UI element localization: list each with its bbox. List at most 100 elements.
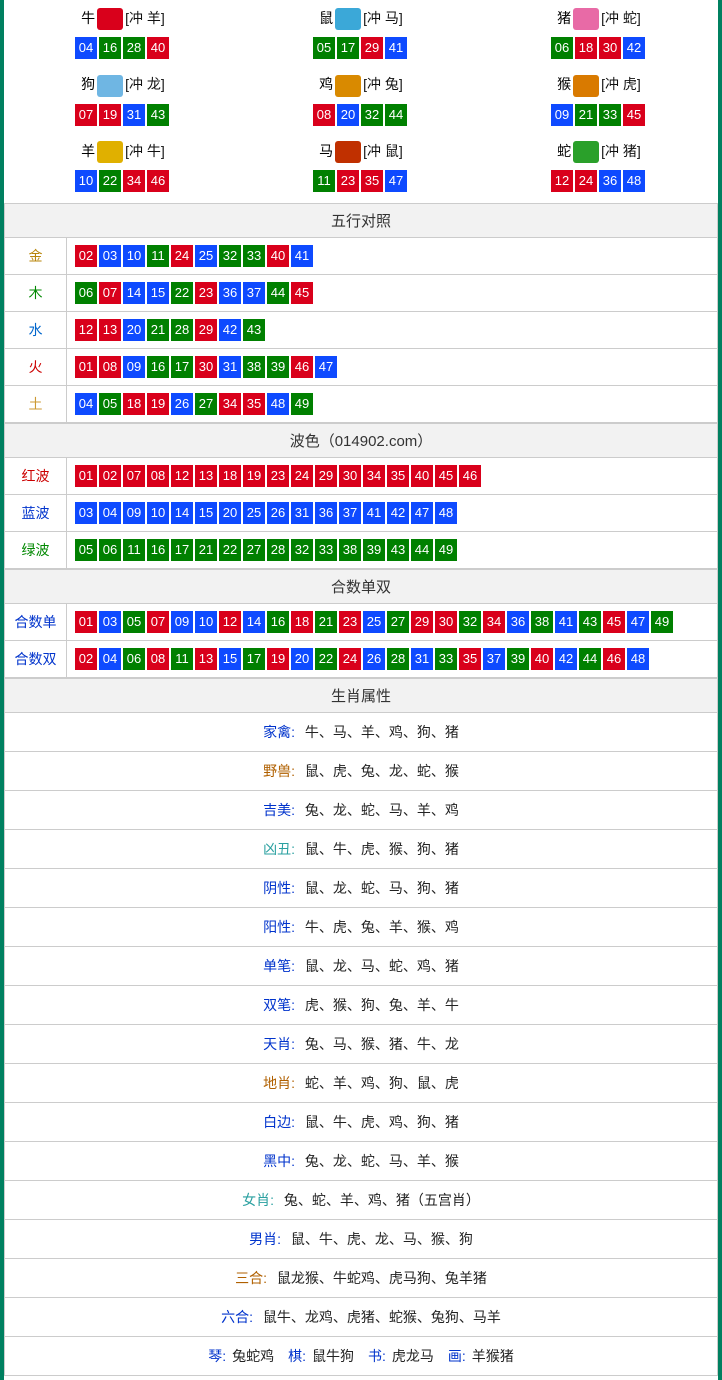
attr-row: 女肖: 兔、蛇、羊、鸡、猪（五宫肖） <box>5 1180 718 1219</box>
table-row: 红波0102070812131819232429303435404546 <box>5 457 718 494</box>
number-ball: 31 <box>123 104 145 126</box>
number-ball: 37 <box>243 282 265 304</box>
zodiac-icon <box>335 141 361 163</box>
number-ball: 18 <box>291 611 313 633</box>
number-ball: 13 <box>195 465 217 487</box>
number-ball: 23 <box>337 170 359 192</box>
number-ball: 49 <box>435 539 457 561</box>
number-ball: 40 <box>267 245 289 267</box>
number-ball: 05 <box>99 393 121 415</box>
number-ball: 04 <box>99 502 121 524</box>
table-row: 土04051819262734354849 <box>5 385 718 422</box>
number-ball: 06 <box>99 539 121 561</box>
attr-row: 白边: 鼠、牛、虎、鸡、狗、猪 <box>5 1102 718 1141</box>
number-ball: 35 <box>243 393 265 415</box>
attr-cell: 阴性: 鼠、龙、蛇、马、狗、猪 <box>5 868 718 907</box>
number-ball: 46 <box>291 356 313 378</box>
zodiac-name: 鼠 <box>319 10 333 26</box>
number-ball: 09 <box>551 104 573 126</box>
number-ball: 27 <box>195 393 217 415</box>
number-ball: 20 <box>337 104 359 126</box>
number-ball: 08 <box>313 104 335 126</box>
number-ball: 41 <box>363 502 385 524</box>
number-ball: 18 <box>123 393 145 415</box>
four-arts-label: 棋: <box>288 1348 306 1364</box>
four-arts-value: 兔蛇鸡 <box>232 1348 274 1364</box>
number-ball: 05 <box>313 37 335 59</box>
number-ball: 16 <box>99 37 121 59</box>
four-arts-label: 琴: <box>208 1348 226 1364</box>
attr-row: 凶丑: 鼠、牛、虎、猴、狗、猪 <box>5 829 718 868</box>
attr-label: 单笔: <box>263 958 295 974</box>
number-ball: 22 <box>219 539 241 561</box>
zodiac-icon <box>97 141 123 163</box>
attr-label: 六合: <box>221 1309 253 1325</box>
number-ball: 47 <box>627 611 649 633</box>
number-ball: 41 <box>555 611 577 633</box>
zodiac-header: 鼠[冲 马] <box>242 8 480 30</box>
heshu-table: 合数单双 合数单01030507091012141618212325272930… <box>4 569 718 678</box>
number-ball: 48 <box>267 393 289 415</box>
number-ball: 24 <box>575 170 597 192</box>
attr-cell: 天肖: 兔、马、猴、猪、牛、龙 <box>5 1024 718 1063</box>
row-nums: 03040910141520252631363741424748 <box>67 494 718 531</box>
number-ball: 32 <box>361 104 383 126</box>
attr-label: 阴性: <box>263 880 295 896</box>
number-ball: 23 <box>339 611 361 633</box>
number-ball: 16 <box>147 539 169 561</box>
number-ball: 38 <box>531 611 553 633</box>
number-ball: 20 <box>219 502 241 524</box>
table-row: 合数双0204060811131517192022242628313335373… <box>5 640 718 677</box>
zodiac-nums: 04162840 <box>4 36 242 60</box>
zodiac-cell: 马[冲 鼠]11233547 <box>242 137 480 203</box>
zodiac-chong: [冲 鼠] <box>363 143 403 159</box>
attr-cell: 家禽: 牛、马、羊、鸡、狗、猪 <box>5 712 718 751</box>
row-label: 金 <box>5 237 67 274</box>
zodiac-chong: [冲 龙] <box>125 76 165 92</box>
number-ball: 11 <box>147 245 169 267</box>
number-ball: 49 <box>651 611 673 633</box>
number-ball: 31 <box>291 502 313 524</box>
attr-label: 吉美: <box>263 802 295 818</box>
zodiac-chong: [冲 蛇] <box>601 10 641 26</box>
four-arts-label: 书: <box>368 1348 386 1364</box>
number-ball: 17 <box>243 648 265 670</box>
number-ball: 25 <box>363 611 385 633</box>
number-ball: 06 <box>551 37 573 59</box>
zodiac-cell: 羊[冲 牛]10223446 <box>4 137 242 203</box>
number-ball: 28 <box>123 37 145 59</box>
number-ball: 22 <box>315 648 337 670</box>
number-ball: 07 <box>75 104 97 126</box>
number-ball: 42 <box>555 648 577 670</box>
attr-value: 鼠龙猴、牛蛇鸡、虎马狗、兔羊猪 <box>273 1270 487 1286</box>
number-ball: 13 <box>195 648 217 670</box>
attr-cell: 双笔: 虎、猴、狗、兔、羊、牛 <box>5 985 718 1024</box>
number-ball: 08 <box>147 465 169 487</box>
zodiac-cell: 猴[冲 虎]09213345 <box>480 70 718 136</box>
attr-value: 蛇、羊、鸡、狗、鼠、虎 <box>301 1075 459 1091</box>
number-ball: 04 <box>75 37 97 59</box>
attr-label: 家禽: <box>263 724 295 740</box>
zodiac-nums: 12243648 <box>480 169 718 193</box>
number-ball: 36 <box>315 502 337 524</box>
number-ball: 36 <box>219 282 241 304</box>
attr-value: 鼠、牛、虎、龙、马、猴、狗 <box>287 1231 473 1247</box>
four-arts-value: 羊猴猪 <box>472 1348 514 1364</box>
four-arts-row: 琴:兔蛇鸡 棋:鼠牛狗 书:虎龙马 画:羊猴猪 <box>5 1336 718 1375</box>
table-row: 金02031011242532334041 <box>5 237 718 274</box>
number-ball: 48 <box>627 648 649 670</box>
number-ball: 06 <box>75 282 97 304</box>
row-label: 红波 <box>5 457 67 494</box>
zodiac-name: 羊 <box>81 143 95 159</box>
four-arts-value: 虎龙马 <box>392 1348 434 1364</box>
number-ball: 17 <box>337 37 359 59</box>
number-ball: 34 <box>123 170 145 192</box>
number-ball: 21 <box>575 104 597 126</box>
number-ball: 47 <box>385 170 407 192</box>
attr-cell: 白边: 鼠、牛、虎、鸡、狗、猪 <box>5 1102 718 1141</box>
attr-value: 虎、猴、狗、兔、羊、牛 <box>301 997 459 1013</box>
number-ball: 45 <box>623 104 645 126</box>
attr-row: 六合: 鼠牛、龙鸡、虎猪、蛇猴、兔狗、马羊 <box>5 1297 718 1336</box>
zodiac-cell: 狗[冲 龙]07193143 <box>4 70 242 136</box>
zodiac-icon <box>97 75 123 97</box>
